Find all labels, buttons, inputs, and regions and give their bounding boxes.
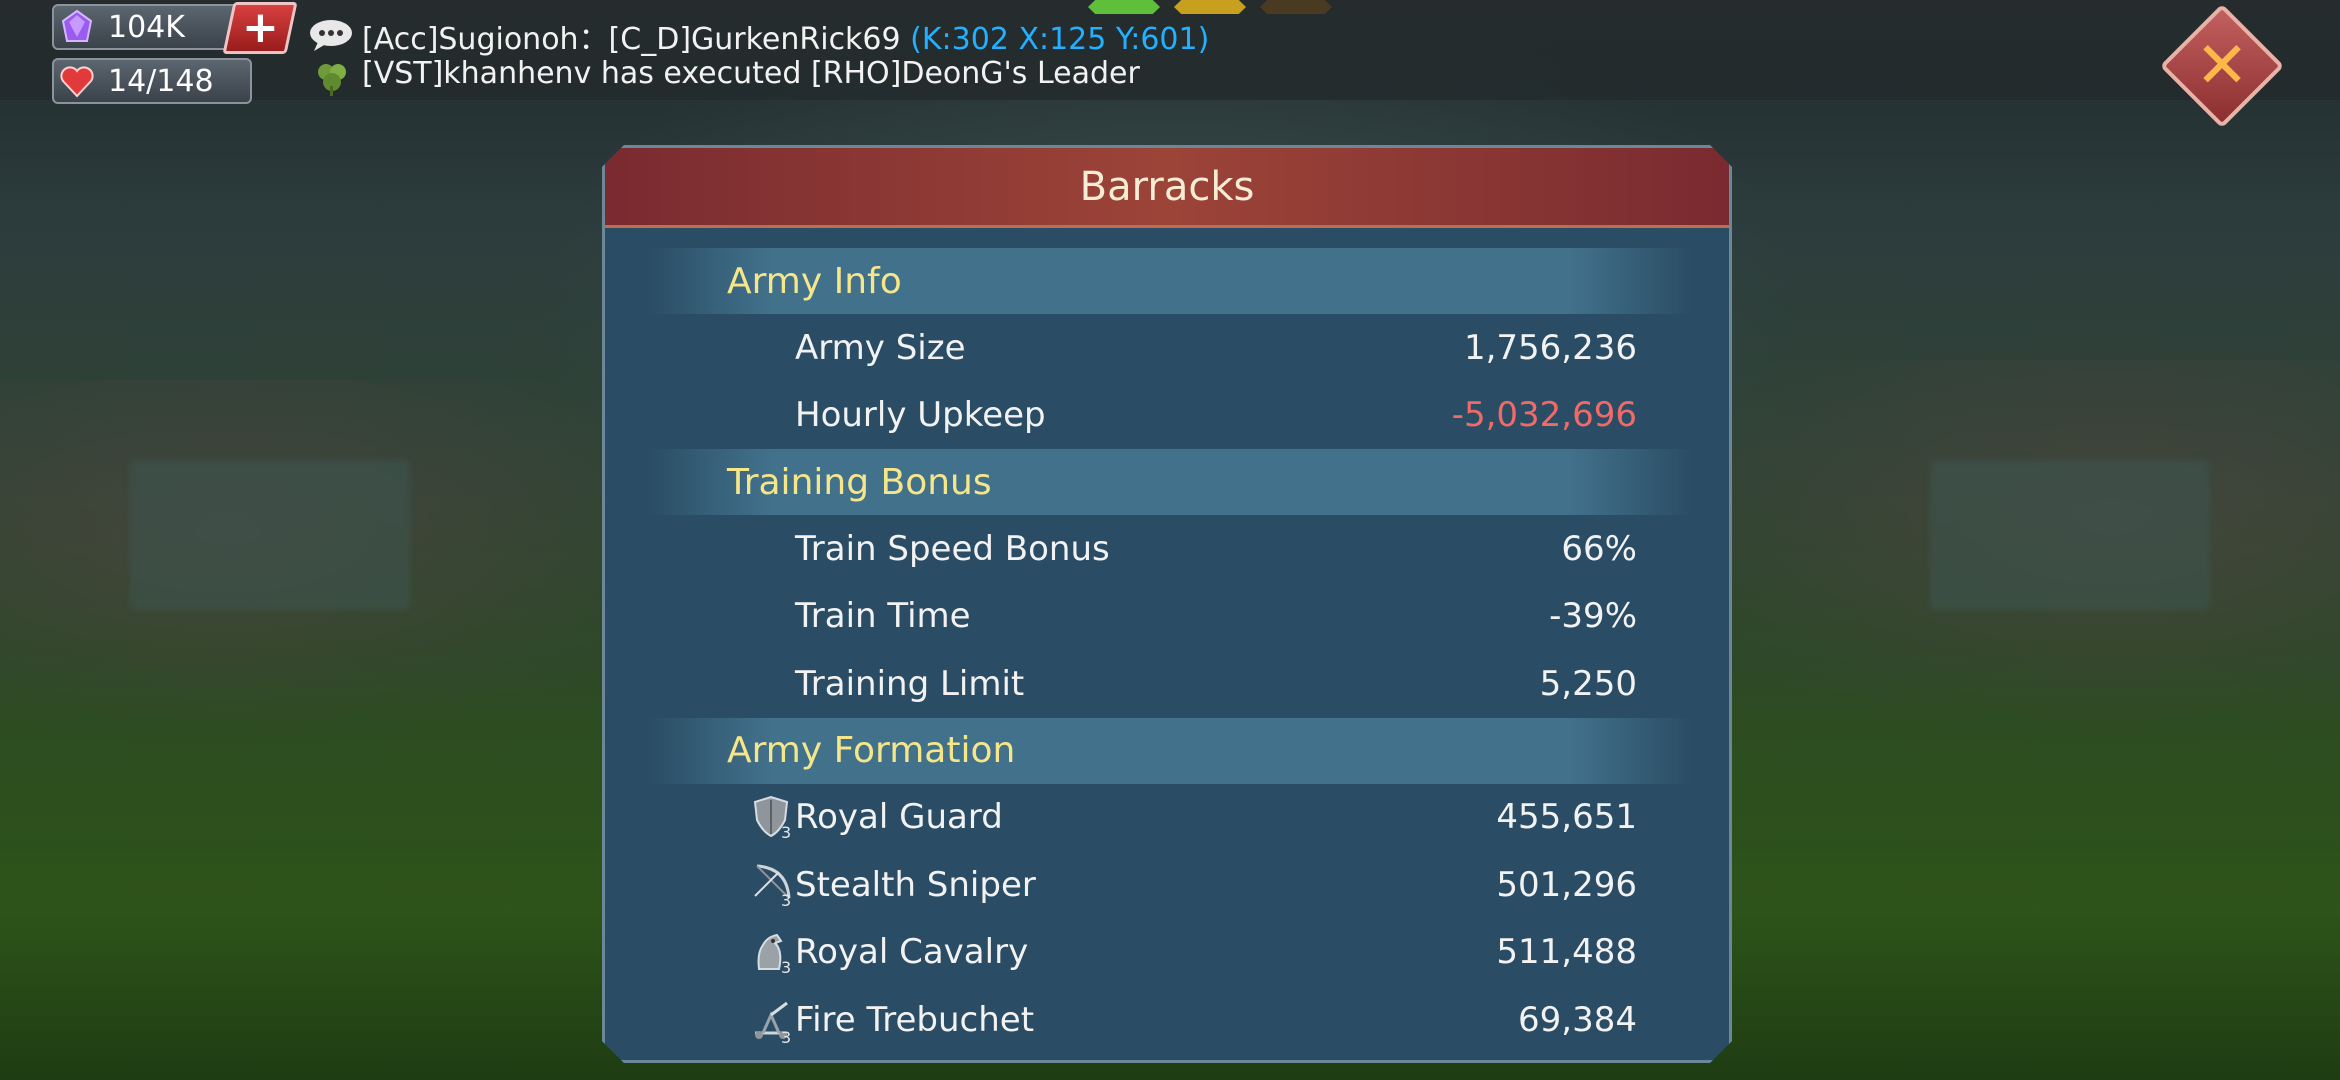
guild-clover-icon (312, 60, 352, 96)
gem-icon (54, 4, 100, 50)
stat-row: Train Speed Bonus 66% (645, 515, 1695, 583)
stat-row: Train Time -39% (645, 583, 1695, 651)
section-title: Training Bonus (727, 461, 992, 503)
top-bar: 104K + 14/148 [Acc]Sugionoh：[C_D]GurkenR… (0, 0, 2340, 104)
indicator-gold (1174, 0, 1246, 14)
troop-row: 3 Fire Trebuchet 69,384 (645, 986, 1695, 1054)
section-army-info: Army Info (645, 248, 1695, 314)
troop-name: Stealth Sniper (795, 864, 1036, 905)
chat-message-1-text: [Acc]Sugionoh：[C_D]GurkenRick69 (362, 22, 901, 57)
shield-icon: 3 (749, 794, 795, 840)
svg-text:3: 3 (781, 823, 791, 840)
troop-count: 511,488 (1496, 932, 1637, 973)
horse-icon: 3 (749, 929, 795, 975)
army-size-value: 1,756,236 (1463, 327, 1637, 368)
troop-name: Royal Cavalry (795, 932, 1029, 973)
panel-content: Army Info Army Size 1,756,236 Hourly Upk… (645, 248, 1695, 1054)
add-gems-button[interactable]: + (222, 2, 298, 54)
indicator-dark (1260, 0, 1332, 14)
close-icon: ✕ (2195, 29, 2249, 103)
chat-message-1: [Acc]Sugionoh：[C_D]GurkenRick69 (K:302 X… (362, 14, 1209, 58)
panel-header: Barracks (605, 148, 1729, 228)
svg-text:3: 3 (781, 891, 791, 908)
stat-row: Hourly Upkeep -5,032,696 (645, 382, 1695, 450)
page-indicator (1088, 0, 1332, 14)
section-title: Army Formation (727, 730, 1016, 771)
train-speed-label: Train Speed Bonus (795, 528, 1110, 569)
troop-count: 69,384 (1518, 999, 1637, 1040)
indicator-green (1088, 0, 1160, 14)
stat-row: Army Size 1,756,236 (645, 314, 1695, 382)
chat-bubble-icon (308, 18, 354, 52)
gems-counter[interactable]: 104K (52, 4, 252, 50)
troop-name: Fire Trebuchet (795, 999, 1035, 1040)
stamina-value: 14/148 (108, 63, 214, 99)
train-speed-value: 66% (1561, 528, 1637, 569)
train-time-value: -39% (1549, 596, 1637, 637)
stat-row: Training Limit 5,250 (645, 650, 1695, 718)
training-limit-label: Training Limit (795, 663, 1025, 704)
troop-count: 455,651 (1496, 797, 1637, 838)
barracks-panel: Barracks Army Info Army Size 1,756,236 H… (602, 145, 1732, 1063)
background-gate-right (1930, 460, 2210, 610)
troop-row: 3 Royal Guard 455,651 (645, 784, 1695, 852)
section-training-bonus: Training Bonus (645, 449, 1695, 515)
gems-value: 104K (108, 9, 185, 45)
training-limit-value: 5,250 (1539, 663, 1637, 704)
background-gate-left (130, 460, 410, 610)
close-button[interactable]: ✕ (2159, 3, 2285, 129)
panel-title: Barracks (1079, 163, 1255, 210)
plus-icon: + (241, 2, 279, 53)
hourly-upkeep-label: Hourly Upkeep (795, 395, 1046, 436)
heart-icon (54, 58, 100, 104)
svg-text:3: 3 (781, 1028, 791, 1043)
chat-message-2: [VST]khanhenv has executed [RHO]DeonG's … (362, 56, 1140, 91)
section-army-formation: Army Formation (645, 718, 1695, 784)
troop-name: Royal Guard (795, 797, 1003, 838)
section-title: Army Info (727, 260, 902, 302)
trebuchet-icon: 3 (749, 997, 795, 1043)
bow-icon: 3 (749, 862, 795, 908)
train-time-label: Train Time (795, 596, 971, 637)
stamina-counter[interactable]: 14/148 (52, 58, 252, 104)
troop-count: 501,296 (1496, 864, 1637, 905)
troop-row: 3 Stealth Sniper 501,296 (645, 851, 1695, 919)
army-size-label: Army Size (795, 327, 966, 368)
svg-text:3: 3 (781, 958, 791, 975)
troop-row: 3 Royal Cavalry 511,488 (645, 919, 1695, 987)
chat-coordinates-link[interactable]: (K:302 X:125 Y:601) (910, 22, 1209, 57)
hourly-upkeep-value: -5,032,696 (1451, 395, 1637, 436)
